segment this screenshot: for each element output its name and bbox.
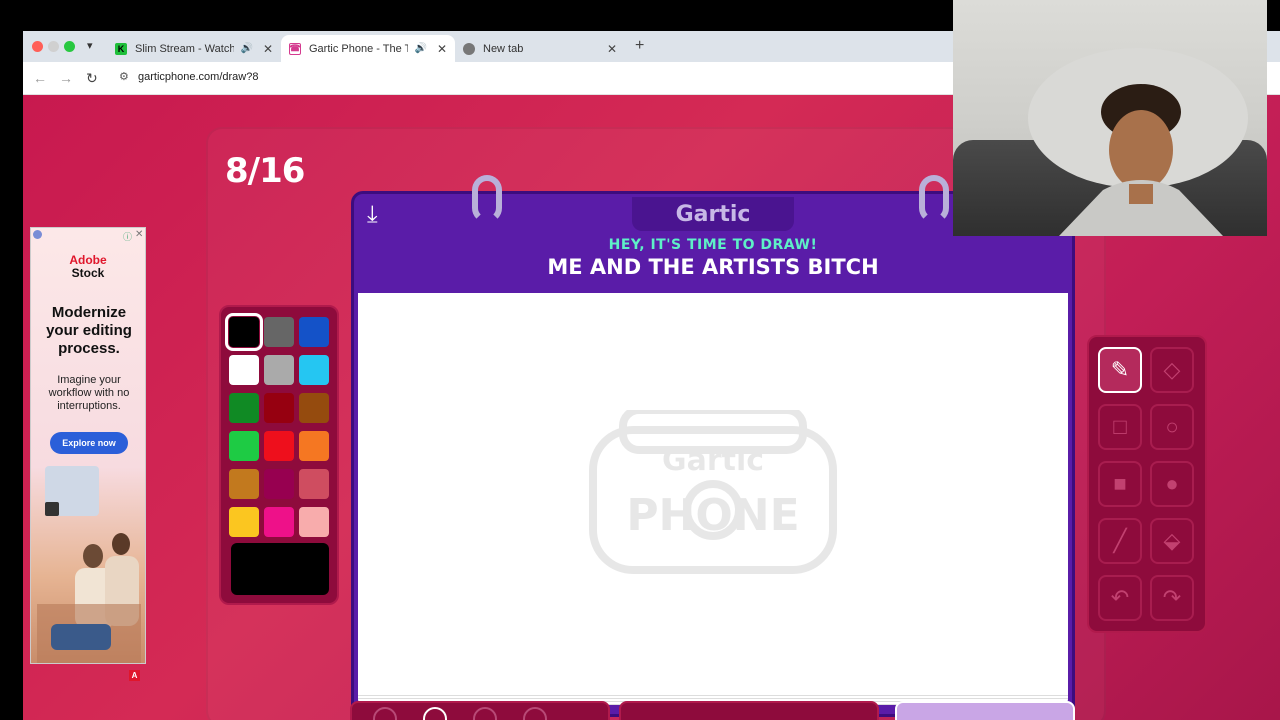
speaker-icon[interactable]: 🔊 <box>240 43 252 54</box>
binder-ring-left <box>472 175 502 223</box>
tab-new-tab[interactable]: New tab ✕ <box>455 35 625 62</box>
color-swatch-light-gray[interactable] <box>264 355 294 385</box>
color-swatch-orange[interactable] <box>299 431 329 461</box>
current-color-preview <box>231 543 329 595</box>
color-swatch-dark-gray[interactable] <box>264 317 294 347</box>
pencil-tool-icon[interactable]: ✎ <box>1098 347 1142 393</box>
drawing-prompt: ME AND THE ARTISTS BITCH <box>547 255 879 279</box>
fill-bucket-tool-icon[interactable]: ⬙ <box>1150 518 1194 564</box>
tab-title: Slim Stream - Watch Live <box>135 42 235 55</box>
ellipse-fill-tool-icon[interactable]: ● <box>1150 461 1194 507</box>
screen: ▾ K Slim Stream - Watch Live 🔊 ✕ ☎ Garti… <box>0 0 1280 720</box>
streamer-video-image <box>1028 48 1248 236</box>
color-swatch-dark-red[interactable] <box>264 393 294 423</box>
tab-close-icon[interactable]: ✕ <box>263 42 273 56</box>
eraser-tool-icon[interactable]: ◇ <box>1150 347 1194 393</box>
minimize-window-button[interactable] <box>48 41 59 52</box>
ad-subtext: Imagine your workflow with no interrupti… <box>48 374 130 412</box>
maximize-window-button[interactable] <box>64 41 75 52</box>
ad-brand-line2: Stock <box>71 266 105 280</box>
tab-title: Gartic Phone - The Telephone <box>309 42 409 55</box>
color-swatch-cyan[interactable] <box>299 355 329 385</box>
color-swatch-rose[interactable] <box>299 469 329 499</box>
redo-icon[interactable]: ↷ <box>1150 575 1194 621</box>
color-swatch-light-pink[interactable] <box>299 507 329 537</box>
color-swatch-pink[interactable] <box>264 507 294 537</box>
ad-headline: Modernize your editing process. <box>46 304 132 357</box>
gartic-phone-watermark-icon: Gartic PHONE <box>589 410 837 574</box>
tab-close-icon[interactable]: ✕ <box>607 42 617 56</box>
rectangle-fill-tool-icon[interactable]: ■ <box>1098 461 1142 507</box>
color-swatch-plum[interactable] <box>264 469 294 499</box>
line-tool-icon[interactable]: ╱ <box>1098 518 1142 564</box>
color-swatch-white[interactable] <box>229 355 259 385</box>
tool-panel: ✎ ◇ □ ○ ■ ● ╱ ⬙ ↶ ↷ <box>1087 335 1207 633</box>
ad-info-icon[interactable]: ⓘ <box>123 230 132 243</box>
reload-icon[interactable]: ↻ <box>86 70 98 87</box>
round-counter: 8/16 <box>225 151 305 191</box>
slim-stream-favicon-icon: K <box>115 42 127 55</box>
color-swatch-yellow[interactable] <box>229 507 259 537</box>
back-arrow-icon[interactable]: ← <box>33 70 47 86</box>
done-button[interactable] <box>895 701 1075 720</box>
color-swatch-red[interactable] <box>264 431 294 461</box>
color-swatch-brown[interactable] <box>299 393 329 423</box>
opacity-slider[interactable] <box>619 701 879 720</box>
ad-badge-icon: A <box>129 670 140 681</box>
tab-title: New tab <box>483 42 524 55</box>
tab-close-icon[interactable]: ✕ <box>437 42 447 56</box>
rectangle-outline-tool-icon[interactable]: □ <box>1098 404 1142 450</box>
ad-choices-icon[interactable] <box>33 230 42 239</box>
tab-gartic-phone[interactable]: ☎ Gartic Phone - The Telephone 🔊 ✕ <box>281 35 455 62</box>
ad-close-icon[interactable]: ✕ <box>135 229 143 240</box>
undo-icon[interactable]: ↶ <box>1098 575 1142 621</box>
color-palette <box>219 305 339 605</box>
tab-search-chevron-icon[interactable]: ▾ <box>87 39 93 52</box>
ellipse-outline-tool-icon[interactable]: ○ <box>1150 404 1194 450</box>
prompt-kicker: HEY, IT'S TIME TO DRAW! <box>608 237 818 253</box>
ad-photo-image <box>37 466 141 663</box>
new-tab-plus-icon[interactable]: + <box>635 37 644 55</box>
tab-slim-stream[interactable]: K Slim Stream - Watch Live 🔊 ✕ <box>107 35 281 62</box>
url-field[interactable]: garticphone.com/draw?8 <box>138 71 258 83</box>
site-info-icon[interactable]: ⚙ <box>119 70 129 83</box>
gartic-favicon-icon: ☎ <box>289 42 301 55</box>
svg-text:PHONE: PHONE <box>626 490 799 541</box>
color-swatch-black[interactable] <box>225 313 263 351</box>
forward-arrow-icon[interactable]: → <box>59 70 73 86</box>
gartic-logo: Gartic <box>632 197 794 231</box>
close-window-button[interactable] <box>32 41 43 52</box>
webcam-overlay <box>953 0 1267 236</box>
ad-explore-button[interactable]: Explore now <box>50 432 128 454</box>
color-swatch-green[interactable] <box>229 431 259 461</box>
color-swatch-dark-green[interactable] <box>229 393 259 423</box>
adobe-stock-ad[interactable]: ⓘ ✕ Adobe Stock Modernize your editing p… <box>30 227 146 664</box>
binder-ring-right <box>919 175 949 223</box>
download-icon[interactable]: ⤓ <box>367 201 378 229</box>
color-swatch-blue[interactable] <box>299 317 329 347</box>
chrome-favicon-icon <box>463 42 475 55</box>
color-swatch-ochre[interactable] <box>229 469 259 499</box>
speaker-icon[interactable]: 🔊 <box>414 43 426 54</box>
svg-text:Gartic: Gartic <box>662 443 764 478</box>
